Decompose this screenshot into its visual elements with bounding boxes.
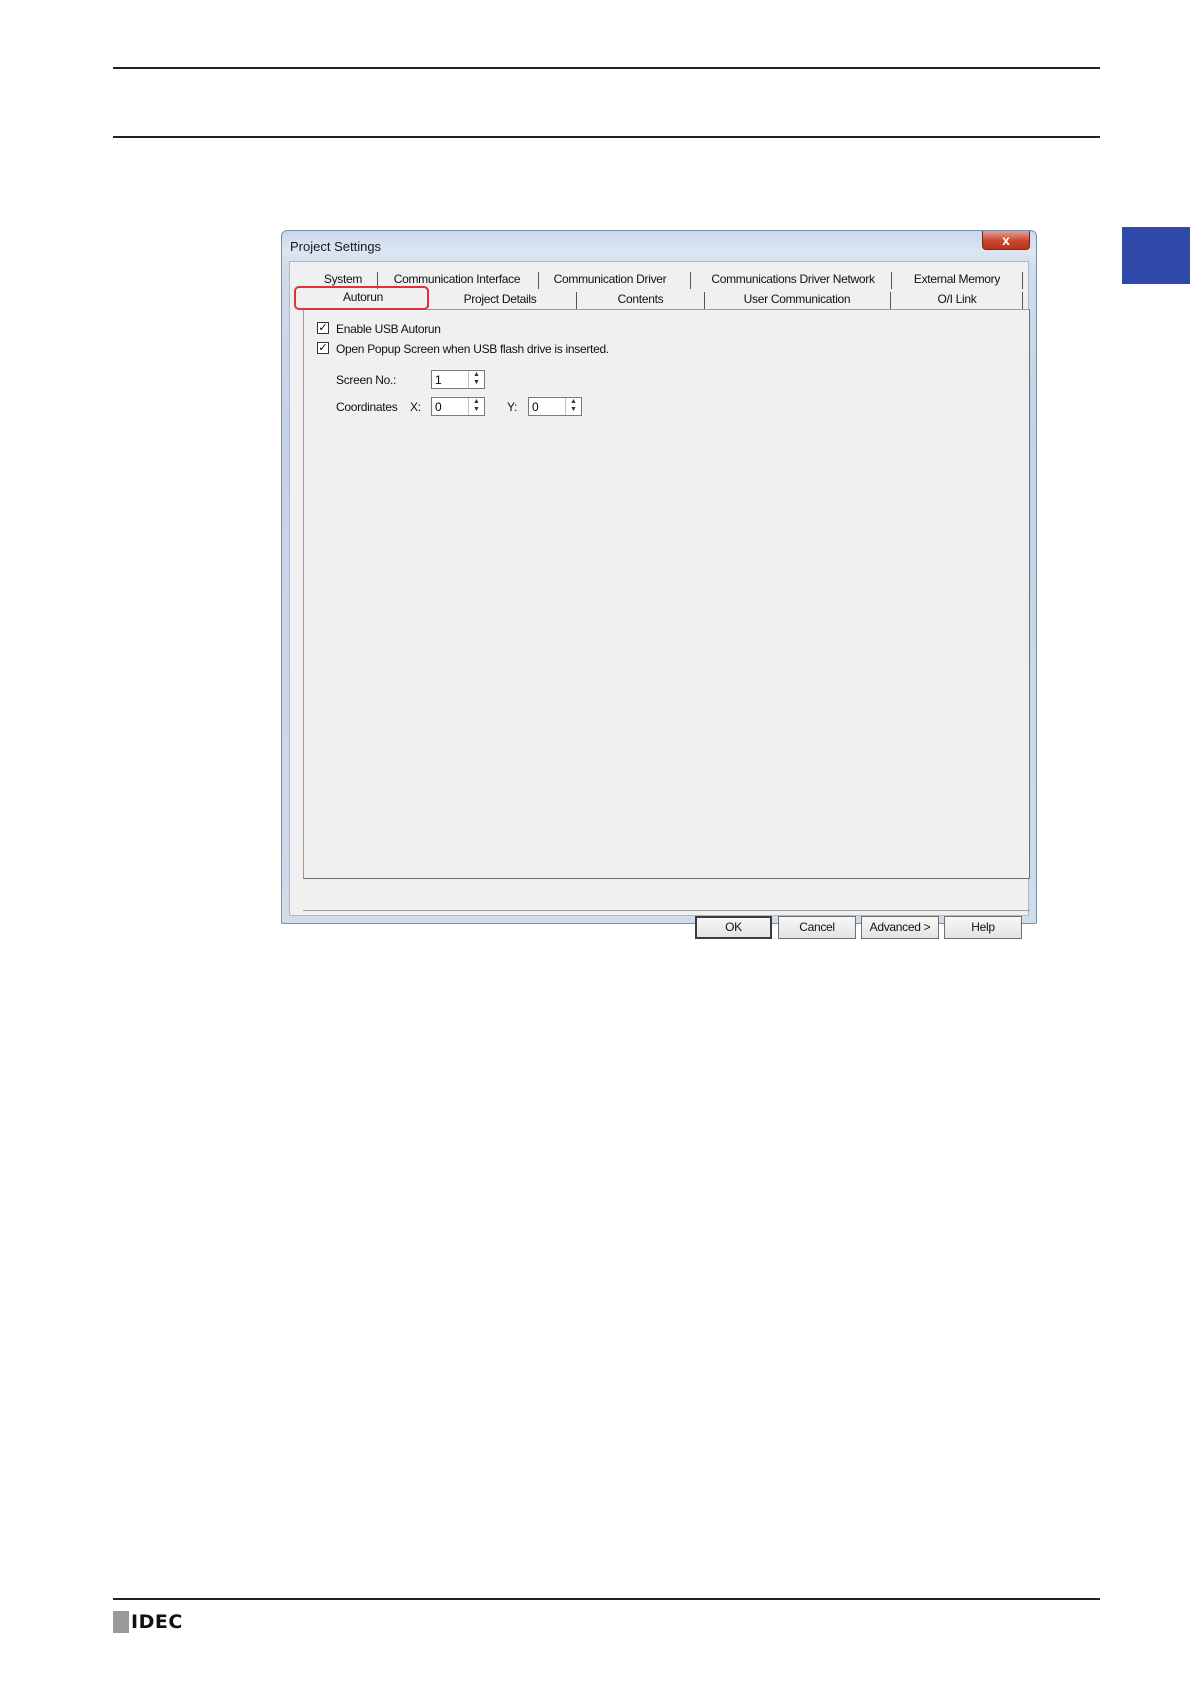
tab-separator	[538, 272, 539, 289]
tab-oi-link[interactable]: O/I Link	[893, 292, 1021, 306]
logo-bar	[113, 1611, 129, 1633]
open-popup-label: Open Popup Screen when USB flash drive i…	[336, 342, 609, 356]
screen-no-value: 1	[435, 373, 442, 387]
tab-separator	[890, 292, 891, 309]
x-coordinate-value: 0	[435, 400, 442, 414]
tab-separator	[1022, 272, 1023, 289]
tab-communication-interface[interactable]: Communication Interface	[382, 272, 532, 286]
y-label: Y:	[507, 400, 518, 414]
spinner-arrows-icon[interactable]: ▲ ▼	[468, 371, 484, 388]
advanced-button[interactable]: Advanced >	[861, 916, 939, 939]
header-rule-bottom	[113, 136, 1100, 138]
cancel-button[interactable]: Cancel	[778, 916, 856, 939]
spinner-arrows-icon[interactable]: ▲ ▼	[468, 398, 484, 415]
y-coordinate-value: 0	[532, 400, 539, 414]
tab-project-details[interactable]: Project Details	[430, 292, 570, 306]
tab-communications-driver-network[interactable]: Communications Driver Network	[695, 272, 891, 286]
tab-separator	[690, 272, 691, 289]
spinner-arrows-icon[interactable]: ▲ ▼	[565, 398, 581, 415]
autorun-tab-panel: ✓ Enable USB Autorun ✓ Open Popup Screen…	[303, 309, 1030, 879]
y-coordinate-spinner[interactable]: 0 ▲ ▼	[528, 397, 582, 416]
tab-user-communication[interactable]: User Communication	[706, 292, 888, 306]
screen-no-spinner[interactable]: 1 ▲ ▼	[431, 370, 485, 389]
tab-external-memory[interactable]: External Memory	[896, 272, 1018, 286]
footer-rule	[113, 1598, 1100, 1600]
project-settings-dialog: Project Settings x System Communication …	[281, 230, 1037, 939]
button-bar-separator	[303, 910, 1030, 911]
x-label: X:	[410, 400, 421, 414]
dialog-client-area: System Communication Interface Communica…	[289, 261, 1030, 939]
enable-usb-autorun-label: Enable USB Autorun	[336, 322, 441, 336]
ok-button[interactable]: OK	[695, 916, 772, 939]
autorun-tab-highlight	[294, 286, 429, 310]
screen-no-label: Screen No.:	[336, 373, 397, 387]
tab-separator	[891, 272, 892, 289]
tab-communication-driver[interactable]: Communication Driver	[542, 272, 678, 286]
tab-separator	[704, 292, 705, 309]
help-button[interactable]: Help	[944, 916, 1022, 939]
tab-system[interactable]: System	[315, 272, 371, 286]
close-button[interactable]: x	[982, 231, 1030, 250]
tab-separator	[1022, 292, 1023, 309]
logo-text: IDEC	[131, 1611, 183, 1633]
header-rule-top	[113, 67, 1100, 69]
idec-logo: IDEC	[113, 1611, 183, 1633]
tab-contents[interactable]: Contents	[578, 292, 703, 306]
coordinates-label: Coordinates	[336, 400, 398, 414]
tab-separator	[576, 292, 577, 309]
open-popup-checkbox[interactable]: ✓	[317, 342, 329, 354]
chapter-side-tab	[1122, 227, 1190, 284]
close-icon: x	[1002, 232, 1010, 248]
enable-usb-autorun-checkbox[interactable]: ✓	[317, 322, 329, 334]
x-coordinate-spinner[interactable]: 0 ▲ ▼	[431, 397, 485, 416]
dialog-title: Project Settings	[290, 239, 382, 254]
